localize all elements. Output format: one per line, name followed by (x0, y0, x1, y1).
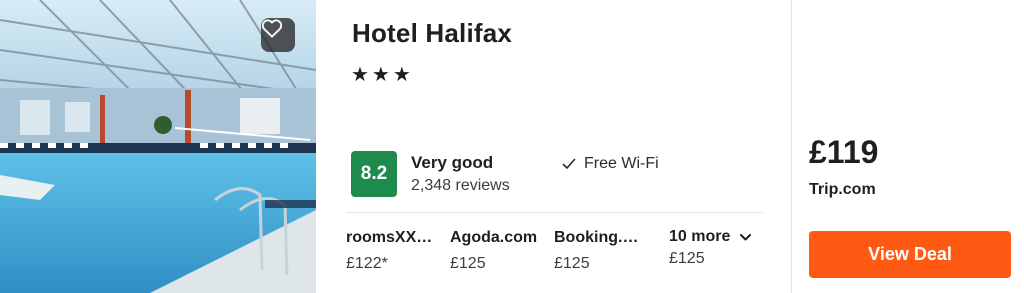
more-offers-button[interactable]: 10 more £125 (669, 228, 752, 268)
offer-item[interactable]: Booking.… £125 (554, 229, 638, 273)
favorite-button[interactable] (261, 18, 295, 52)
offer-item[interactable]: Agoda.com £125 (450, 229, 537, 273)
divider (346, 212, 763, 213)
offer-provider: Booking.… (554, 229, 639, 246)
more-offers-label: 10 more (669, 228, 731, 245)
view-deal-button[interactable]: View Deal (809, 231, 1011, 278)
star-rating: ★★★ (351, 64, 414, 86)
hotel-photo[interactable] (0, 0, 316, 293)
column-divider (791, 0, 792, 293)
more-offers-price: £125 (669, 250, 705, 267)
best-price-provider: Trip.com (809, 181, 876, 198)
review-count[interactable]: 2,348 reviews (411, 177, 510, 195)
amenity-item: Free Wi-Fi (562, 155, 659, 173)
amenity-label: Free Wi-Fi (584, 155, 659, 172)
hotel-name[interactable]: Hotel Halifax (352, 18, 512, 49)
rating-label: Very good (411, 153, 494, 172)
rating-score-badge: 8.2 (351, 151, 397, 197)
check-icon (562, 158, 576, 169)
heart-icon (261, 19, 283, 38)
offer-price: £125 (450, 255, 486, 272)
offer-item[interactable]: roomsXX… £122* (346, 229, 432, 273)
chevron-down-icon (740, 233, 752, 240)
offer-provider: Agoda.com (450, 229, 538, 246)
offer-price: £122* (346, 255, 388, 272)
best-price: £119 (809, 134, 879, 170)
offer-price: £125 (554, 255, 590, 272)
hotel-result-card: Hotel Halifax ★★★ 8.2 Very good 2,348 re… (0, 0, 1024, 293)
offer-provider: roomsXX… (346, 229, 433, 246)
